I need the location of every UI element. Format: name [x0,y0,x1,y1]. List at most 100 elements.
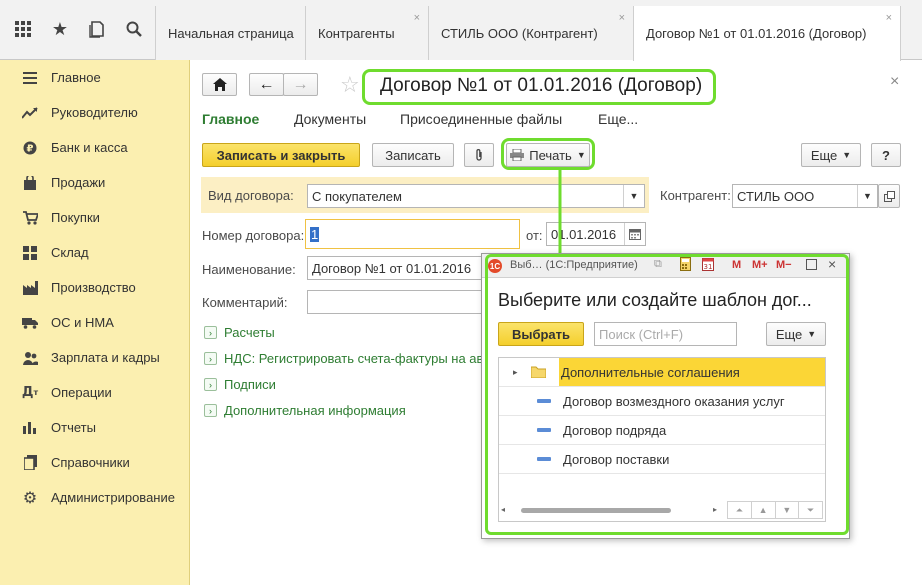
scroll-left-icon[interactable]: ◂ [501,505,505,514]
chevron-down-icon: ▼ [842,150,852,160]
tab-counterparty-style[interactable]: СТИЛЬ ООО (Контрагент) × [428,6,633,60]
print-label: Печать [529,147,572,163]
print-button[interactable]: Печать ▼ [506,143,590,167]
expand-icon: › [204,378,217,391]
tab-attached-files[interactable]: Присоединенные файлы [400,111,562,127]
close-icon[interactable]: × [619,12,625,24]
scroll-right-icon[interactable]: ▸ [713,505,717,514]
menu-icon [22,70,38,86]
sidebar-item-payroll[interactable]: Зарплата и кадры [0,340,190,375]
group-signatures[interactable]: › Подписи [204,377,276,392]
list-item-label: Договор возмездного оказания услуг [563,393,785,409]
tab-documents[interactable]: Документы [294,111,366,127]
prev-page-icon[interactable]: ▲ [752,502,776,518]
close-icon[interactable]: × [886,12,892,24]
list-item-label: Договор подряда [563,422,667,438]
contract-number-input[interactable]: 1 [305,219,520,249]
more-button[interactable]: Еще ▼ [801,143,861,167]
expand-icon: › [204,352,217,365]
operations-icon: Дт [21,385,39,400]
tab-label: Контрагенты [318,25,395,41]
attach-button[interactable] [464,143,494,167]
counterparty-label: Контрагент: [660,188,731,203]
sidebar-item-sales[interactable]: Продажи [0,165,190,200]
cart-icon [22,210,38,226]
list-navigation: ⏶ ▲ ▼ ⏷ [727,501,823,519]
group-additional-info[interactable]: › Дополнительная информация [204,403,406,418]
back-button[interactable]: ← [249,73,284,96]
arrow-left-icon: ← [258,75,275,93]
group-label: Расчеты [224,325,275,340]
list-item[interactable]: Договор возмездного оказания услуг [499,387,825,416]
home-button[interactable] [202,73,237,96]
sidebar-item-warehouse[interactable]: Склад [0,235,190,270]
last-page-icon[interactable]: ⏷ [799,502,822,518]
template-selection-dialog: 1С Выб… (1С:Предприятие) ⧉ 31 M M+ M− × … [481,253,850,539]
dialog-more-button[interactable]: Еще ▼ [766,322,826,346]
sidebar-item-admin[interactable]: ⚙ Администрирование [0,480,190,515]
sidebar: Главное Руководителю ₽ Банк и касса Прод… [0,60,190,585]
sidebar-item-operations[interactable]: Дт Операции [0,375,190,410]
star-icon[interactable]: ☆ [340,72,360,98]
sidebar-item-purchases[interactable]: Покупки [0,200,190,235]
trend-icon [22,105,38,121]
tab-more[interactable]: Еще... [598,111,638,127]
sidebar-item-catalogs[interactable]: Справочники [0,445,190,480]
sidebar-item-reports[interactable]: Отчеты [0,410,190,445]
name-value: Договор №1 от 01.01.2016 [312,260,472,276]
first-page-icon[interactable]: ⏶ [728,502,752,518]
name-input[interactable]: Договор №1 от 01.01.2016 [307,256,487,280]
forward-button[interactable]: → [283,73,318,96]
list-item[interactable]: Договор поставки [499,445,825,474]
sidebar-item-assets[interactable]: ОС и НМА [0,305,190,340]
open-icon [883,190,895,202]
home-icon [212,78,227,91]
close-icon[interactable]: × [414,12,420,24]
calendar-icon[interactable] [624,223,645,245]
list-item[interactable]: Договор подряда [499,416,825,445]
tab-home[interactable]: Начальная страница [155,6,305,60]
apps-grid-icon[interactable] [10,16,36,42]
search-placeholder: Поиск (Ctrl+F) [599,326,684,342]
contract-type-select[interactable]: С покупателем [307,184,645,208]
save-and-close-button[interactable]: Записать и закрыть [202,143,360,167]
sidebar-item-label: Руководителю [51,105,138,120]
select-button[interactable]: Выбрать [498,322,584,346]
open-counterparty-button[interactable] [878,184,900,208]
tab-contract[interactable]: Договор №1 от 01.01.2016 (Договор) × [633,6,901,61]
tab-main[interactable]: Главное [202,111,259,127]
search-icon[interactable] [121,16,147,42]
sidebar-item-production[interactable]: Производство [0,270,190,305]
book-icon [22,455,38,471]
group-vat[interactable]: › НДС: Регистрировать счета-фактуры на а… [204,351,484,366]
horizontal-scrollbar[interactable]: ◂ ▸ [501,503,723,517]
comment-input[interactable] [307,290,487,314]
favorites-star-icon[interactable]: ★ [47,16,73,42]
expand-arrow-icon[interactable]: ▸ [513,367,531,378]
people-icon [22,350,38,366]
chevron-down-icon[interactable]: ▼ [857,185,877,207]
close-icon[interactable]: × [890,73,899,91]
gear-icon: ⚙ [22,489,38,507]
sidebar-item-label: Справочники [51,455,130,470]
sidebar-item-main[interactable]: Главное [0,60,190,95]
next-page-icon[interactable]: ▼ [776,502,800,518]
dialog-heading: Выберите или создайте шаблон дог... [498,290,812,310]
more-label: Еще [775,326,803,342]
history-icon[interactable] [84,16,110,42]
help-button[interactable]: ? [871,143,901,167]
tab-label: СТИЛЬ ООО (Контрагент) [441,25,598,41]
sidebar-item-manager[interactable]: Руководителю [0,95,190,130]
list-item-folder[interactable]: ▸ Дополнительные соглашения [499,358,825,387]
group-settlements[interactable]: › Расчеты [204,325,275,340]
chevron-down-icon[interactable]: ▼ [623,185,644,207]
printer-icon [510,149,525,161]
save-button[interactable]: Записать [372,143,454,167]
expand-icon: › [204,404,217,417]
tab-counterparties[interactable]: Контрагенты × [305,6,428,60]
chart-icon [22,420,38,436]
scrollbar-thumb[interactable] [521,508,671,513]
sidebar-item-label: Склад [51,245,89,260]
sidebar-item-bank[interactable]: ₽ Банк и касса [0,130,190,165]
search-input[interactable]: Поиск (Ctrl+F) [594,322,737,346]
